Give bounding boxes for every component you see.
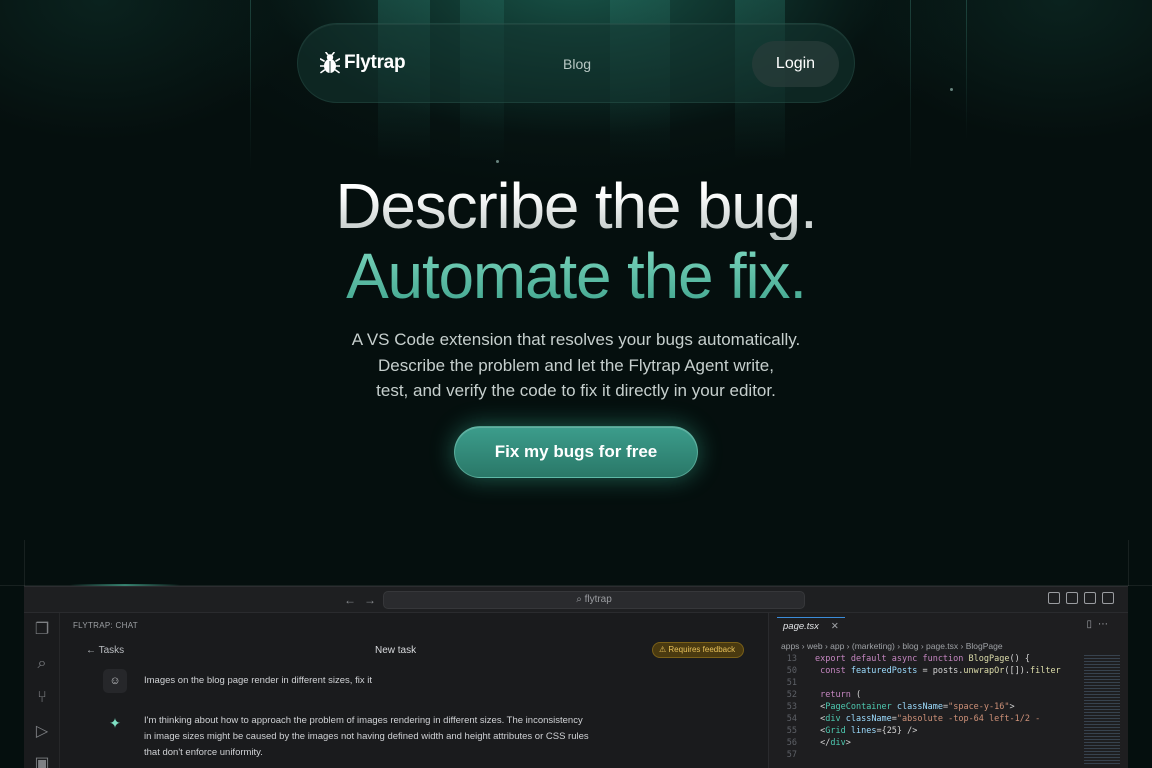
editor-titlebar: ←→ ⌕ flytrap	[24, 587, 1128, 613]
files-icon[interactable]: ❐	[33, 621, 51, 639]
agent-message-line: in image sizes might be caused by the im…	[144, 731, 589, 742]
arrow-left-icon: ←	[86, 645, 99, 656]
back-to-tasks-link[interactable]: ← Tasks	[86, 645, 124, 656]
frame-line	[24, 540, 25, 586]
code-line: 51	[786, 678, 797, 688]
layout-split-icon[interactable]	[1048, 592, 1060, 604]
tab-label: page.tsx	[783, 621, 819, 632]
code-line: 56 </div>	[786, 738, 851, 748]
tasks-label: Tasks	[98, 645, 125, 656]
layout-columns-icon[interactable]	[1102, 592, 1114, 604]
search-icon[interactable]: ⌕	[33, 655, 51, 673]
panel-toggle-icon[interactable]	[1084, 592, 1096, 604]
nav-arrows-icon[interactable]: ←→	[344, 593, 384, 607]
close-icon[interactable]: ✕	[831, 621, 839, 632]
breadcrumb: apps › web › app › (marketing) › blog › …	[781, 641, 1003, 651]
task-title: New task	[375, 645, 417, 656]
sparkle-icon: ✦	[109, 715, 121, 731]
command-search-text: flytrap	[584, 594, 612, 605]
agent-message: I'm thinking about how to approach the p…	[144, 713, 664, 761]
code-line: 53 <PageContainer className="space-y-16"…	[786, 702, 1015, 712]
subtitle-line: A VS Code extension that resolves your b…	[351, 330, 801, 349]
search-icon: ⌕	[576, 594, 585, 605]
code-line: 55 <Grid lines={25} />	[786, 726, 918, 736]
code-line: 57	[786, 750, 797, 760]
command-search-bar[interactable]: ⌕ flytrap	[383, 591, 805, 609]
code-line: 54 <div className="absolute -top-64 left…	[786, 714, 1041, 724]
code-minimap[interactable]	[1084, 655, 1120, 765]
user-icon: ☺	[103, 669, 127, 693]
star-dot	[950, 88, 953, 91]
subtitle-line: Describe the problem and let the Flytrap…	[378, 355, 774, 375]
bug-icon	[320, 52, 340, 74]
login-button[interactable]: Login	[752, 41, 839, 87]
user-message: Images on the blog page render in differ…	[144, 675, 372, 686]
warning-icon: ⚠	[659, 645, 669, 654]
run-debug-icon[interactable]: ▷	[33, 723, 51, 741]
subtitle-line: test, and verify the code to fix it dire…	[376, 381, 776, 400]
flytrap-chat-panel: FLYTRAP: CHAT ← Tasks New task ⚠ Require…	[60, 613, 768, 768]
code-editor-pane: page.tsx ✕ ▯⋯ apps › web › app › (marketi…	[768, 613, 1128, 768]
feedback-label: Requires feedback	[668, 645, 736, 654]
vscode-editor-preview: ←→ ⌕ flytrap ❐ ⌕ ⑂ ▷ ▣ FLYTRAP: CHAT ← T…	[24, 586, 1128, 768]
frame-line	[1128, 540, 1129, 586]
headline-line-1: Describe the bug.	[0, 172, 1152, 240]
brand-logo[interactable]: Flytrap	[320, 52, 406, 74]
brand-name: Flytrap	[344, 52, 406, 73]
chat-panel-header: FLYTRAP: CHAT	[73, 621, 138, 630]
nav-link-blog[interactable]: Blog	[563, 56, 591, 72]
grid-line	[250, 0, 251, 170]
source-control-icon[interactable]: ⑂	[33, 689, 51, 707]
code-line: 50 const featuredPosts = posts.unwrapOr(…	[786, 666, 1061, 676]
activity-bar: ❐ ⌕ ⑂ ▷ ▣	[24, 613, 60, 768]
headline-line-2: Automate the fix.	[0, 242, 1152, 310]
star-dot	[496, 160, 499, 163]
grid-line	[966, 0, 967, 140]
code-line: 13 export default async function BlogPage…	[786, 654, 1030, 664]
agent-message-line: I'm thinking about how to approach the p…	[144, 715, 583, 726]
top-navbar: Flytrap Blog Login	[297, 23, 855, 103]
agent-message-line: that don't enforce uniformity.	[144, 747, 263, 758]
layout-controls	[1048, 592, 1114, 604]
extensions-icon[interactable]: ▣	[33, 755, 51, 768]
sidebar-toggle-icon[interactable]	[1066, 592, 1078, 604]
grid-line	[910, 0, 911, 170]
requires-feedback-badge[interactable]: ⚠ Requires feedback	[652, 642, 745, 658]
fix-bugs-cta-button[interactable]: Fix my bugs for free	[454, 426, 698, 478]
editor-tab-page-tsx[interactable]: page.tsx ✕	[777, 617, 845, 635]
code-line: 52 return (	[786, 690, 862, 700]
hero-subtitle: A VS Code extension that resolves your b…	[316, 327, 836, 404]
pane-actions[interactable]: ▯⋯	[1086, 619, 1114, 630]
